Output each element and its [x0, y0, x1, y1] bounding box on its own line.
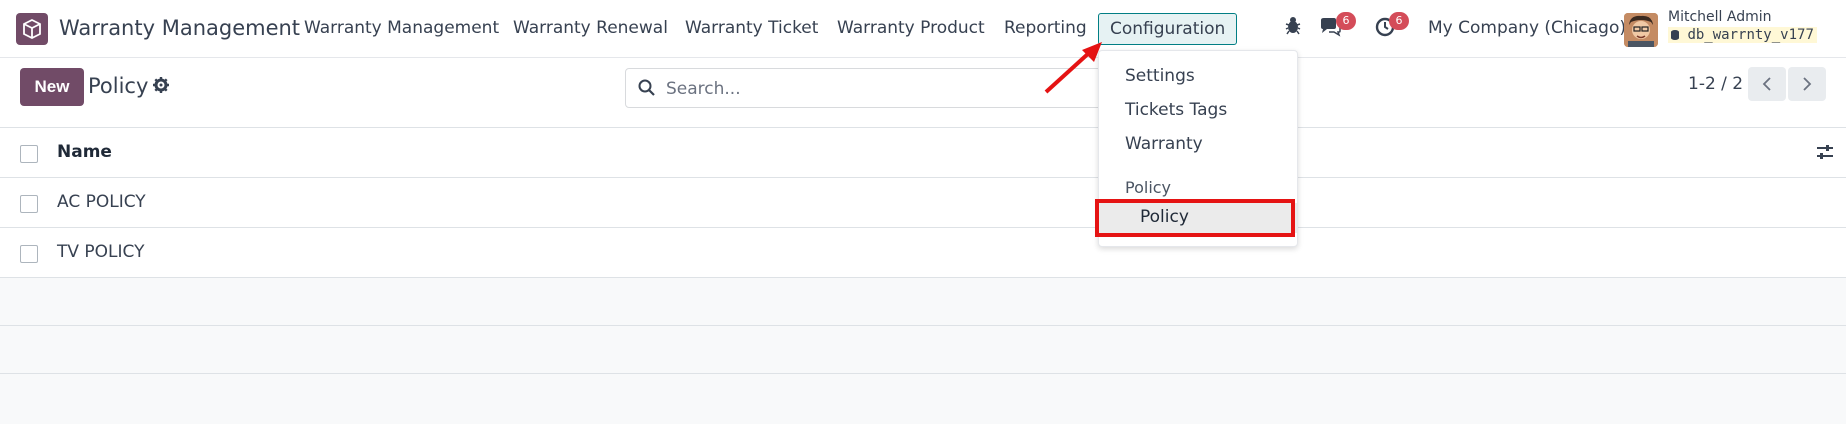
empty-row	[0, 326, 1846, 374]
database-name: db_warrnty_v177	[1668, 27, 1817, 43]
chevron-right-icon[interactable]	[1788, 67, 1826, 101]
user-avatar[interactable]	[1624, 13, 1658, 47]
menu-item-settings[interactable]: Settings	[1125, 66, 1195, 86]
menu-item-tickets-tags[interactable]: Tickets Tags	[1125, 100, 1227, 120]
nav-warranty-product[interactable]: Warranty Product	[837, 18, 985, 38]
sliders-icon[interactable]	[1816, 143, 1834, 165]
control-panel: New Policy 1-2 / 2	[0, 58, 1846, 128]
nav-reporting[interactable]: Reporting	[1004, 18, 1087, 38]
highlight-box	[1095, 199, 1295, 237]
nav-warranty-renewal[interactable]: Warranty Renewal	[513, 18, 668, 38]
column-header-name[interactable]: Name	[57, 142, 112, 162]
menu-item-warranty[interactable]: Warranty	[1125, 134, 1203, 154]
menu-section-policy: Policy	[1125, 178, 1172, 197]
nav-warranty-ticket[interactable]: Warranty Ticket	[685, 18, 818, 38]
select-all-checkbox[interactable]	[20, 145, 38, 163]
table-header: Name	[0, 128, 1846, 178]
empty-row	[0, 278, 1846, 326]
app-title[interactable]: Warranty Management	[59, 16, 300, 40]
top-navbar: Warranty Management Warranty Management …	[0, 0, 1846, 58]
list-table: Name AC POLICY TV POLICY	[0, 128, 1846, 374]
messages-count-badge: 6	[1336, 12, 1356, 30]
nav-configuration[interactable]: Configuration	[1098, 13, 1238, 45]
row-checkbox[interactable]	[20, 195, 38, 213]
box-icon[interactable]	[16, 13, 48, 45]
gear-icon[interactable]	[153, 77, 169, 97]
table-row[interactable]: TV POLICY	[0, 228, 1846, 278]
pager-value[interactable]: 1-2 / 2	[1688, 74, 1743, 94]
row-checkbox[interactable]	[20, 245, 38, 263]
table-row[interactable]: AC POLICY	[0, 178, 1846, 228]
user-name[interactable]: Mitchell Admin	[1668, 9, 1772, 25]
company-switcher[interactable]: My Company (Chicago)	[1428, 18, 1626, 38]
activities-count-badge: 6	[1389, 12, 1409, 30]
search-input[interactable]	[666, 77, 1066, 101]
search-icon	[638, 79, 655, 96]
breadcrumb: Policy	[88, 74, 149, 98]
new-button[interactable]: New	[20, 68, 84, 106]
database-name-text: db_warrnty_v177	[1687, 27, 1814, 43]
chevron-left-icon[interactable]	[1748, 67, 1786, 101]
row-name[interactable]: TV POLICY	[57, 242, 145, 262]
nav-warranty-management[interactable]: Warranty Management	[304, 18, 499, 38]
row-name[interactable]: AC POLICY	[57, 192, 146, 212]
bug-icon[interactable]	[1284, 16, 1302, 40]
